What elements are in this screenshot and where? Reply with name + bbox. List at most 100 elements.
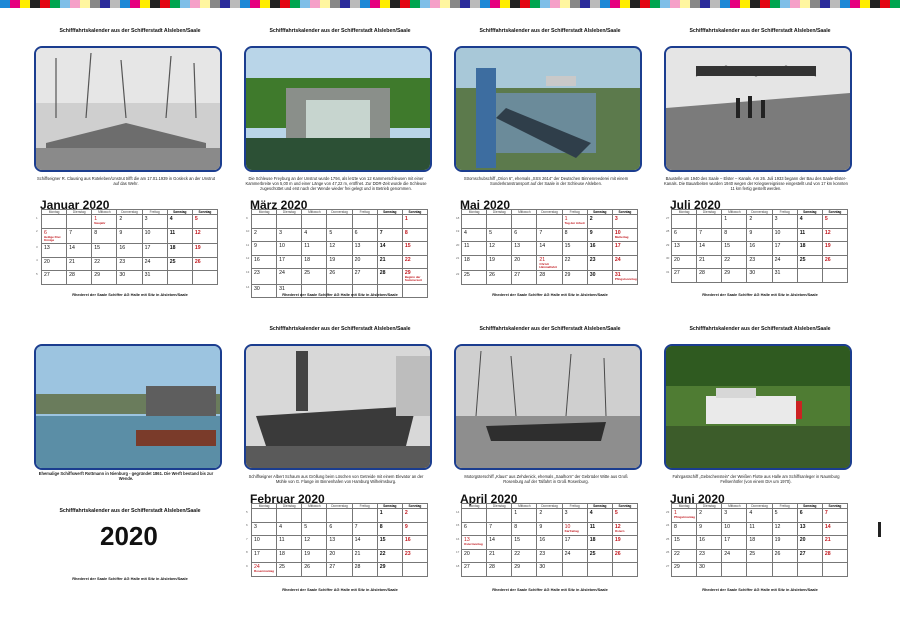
day-cell: 26	[191, 256, 219, 272]
day-cell	[351, 508, 378, 523]
day-cell: 5	[301, 521, 328, 536]
day-cell: 7	[376, 227, 403, 242]
day-cell: 11	[586, 521, 613, 536]
day-cell: 23	[696, 548, 723, 563]
day-cell	[276, 508, 303, 523]
day-cell: 24	[561, 548, 588, 563]
day-cell: 14	[486, 535, 513, 550]
day-cell: 18	[796, 241, 823, 256]
day-cell: 29 Beginn der Sommerzeit	[401, 268, 429, 285]
day-cell: 11	[276, 535, 303, 550]
day-cell: 8	[561, 227, 588, 242]
print-color-bar	[0, 0, 900, 8]
panel-footer: Rhederei der Saale Schiffer AG Halle mit…	[492, 292, 608, 297]
day-cell: 10	[141, 227, 168, 245]
day-cell: 17	[141, 243, 168, 258]
register-mark	[878, 522, 881, 537]
day-cell	[696, 214, 723, 229]
day-cell: 26	[771, 548, 798, 563]
day-cell: 17	[721, 535, 748, 550]
holiday-label: Beginn der Sommerzeit	[404, 275, 422, 283]
panel-footer: Rhederei der Saale Schiffer AG Halle mit…	[702, 292, 818, 297]
day-cell: 1	[721, 214, 748, 229]
photo-caption: Schiffseigner Albert Schaum aus Gröllung…	[248, 474, 424, 484]
day-cell: 16	[696, 535, 723, 550]
day-cell: 17	[561, 535, 588, 550]
photo-caption: Stromschubschiff „Orion 6“, ehemals „SSS…	[463, 176, 629, 186]
day-cell: 7	[536, 227, 563, 242]
day-cell: 8	[376, 521, 403, 536]
day-cell: 12 Ostern	[611, 521, 639, 536]
day-cell: 15	[91, 243, 118, 258]
day-cell	[460, 508, 488, 523]
day-cell: 10	[276, 241, 303, 256]
day-cell: 3	[276, 227, 303, 242]
holiday-label: Pfingstsonntag	[614, 277, 637, 282]
day-cell: 17	[771, 241, 798, 256]
day-cell: 1	[401, 214, 429, 229]
day-cell: 21	[376, 254, 403, 269]
day-cell	[796, 268, 823, 283]
calendar-grid-februar: Montag Dienstag Mittwoch Donnerstag Freitag S…	[246, 503, 429, 577]
photo-maerz	[244, 46, 432, 172]
day-cell: 2	[401, 508, 429, 523]
day-cell: 25	[746, 548, 773, 563]
day-cell: 7	[66, 227, 93, 245]
day-cell: 15	[670, 535, 698, 550]
day-cell: 3	[721, 508, 748, 523]
photo-juni	[664, 344, 852, 470]
day-cell: 6 Heilige Drei Könige	[40, 227, 68, 245]
day-cell: 9	[536, 521, 563, 536]
day-cell: 9	[746, 227, 773, 242]
day-cell	[40, 214, 68, 229]
day-cell: 26	[301, 562, 328, 577]
day-cell: 26	[326, 268, 353, 285]
day-cell: 28	[66, 270, 93, 285]
day-cell: 4	[166, 214, 193, 229]
day-cell: 29	[511, 562, 538, 577]
day-cell: 11	[166, 227, 193, 245]
day-cell: 7	[821, 508, 849, 523]
photo-caption: Ehemalige Schiffswerft Rottmann in Nienb…	[38, 471, 214, 481]
photo-cover	[34, 344, 222, 470]
day-cell: 7	[351, 521, 378, 536]
holiday-label: Christi Himmelfahrt	[539, 261, 557, 269]
day-cell: 6	[460, 521, 488, 536]
day-cell: 4	[586, 508, 613, 523]
day-cell: 19	[821, 241, 849, 256]
day-cell: 28	[376, 268, 403, 285]
day-cell	[486, 214, 513, 229]
calendar-grid-januar: Montag Dienstag Mittwoch Donnerstag Freitag S…	[36, 209, 219, 285]
day-cell: 19	[326, 254, 353, 269]
day-cell	[166, 270, 193, 285]
day-cell: 24	[141, 256, 168, 272]
calendar-grid-juni: Montag Dienstag Mittwoch Donnerstag Freitag S…	[666, 503, 849, 577]
day-cell	[721, 562, 748, 577]
panel-footer: Rhederei der Saale Schiffer AG Halle mit…	[492, 587, 608, 592]
day-cell: 28	[821, 548, 849, 563]
day-cell: 22	[376, 548, 403, 563]
panel-footer: Rhederei der Saale Schiffer AG Halle mit…	[72, 292, 188, 297]
day-cell: 20	[796, 535, 823, 550]
day-cell: 15	[511, 535, 538, 550]
day-cell: 14	[351, 535, 378, 550]
day-cell	[250, 214, 278, 229]
day-cell	[611, 562, 639, 577]
day-cell: 15	[401, 241, 429, 256]
day-cell: 25	[166, 256, 193, 272]
day-cell: 1	[376, 508, 403, 523]
day-cell: 10	[721, 521, 748, 536]
day-cell	[746, 562, 773, 577]
panel-footer: Rhederei der Saale Schiffer AG Halle mit…	[282, 292, 398, 297]
photo-caption: Motorgüterschiff „Klaus“ aus Zehdenick, …	[464, 474, 628, 484]
day-cell: 27	[351, 268, 378, 285]
panel-title: Schifffahrtskalender aus der Schiffersta…	[59, 28, 201, 34]
day-cell: 3	[141, 214, 168, 229]
day-cell: 2	[746, 214, 773, 229]
day-cell: 8	[401, 227, 429, 242]
day-cell: 22	[401, 254, 429, 269]
day-cell: 14	[536, 241, 563, 256]
day-cell: 23	[746, 254, 773, 269]
day-cell: 18	[586, 535, 613, 550]
day-cell: 27	[511, 270, 538, 285]
